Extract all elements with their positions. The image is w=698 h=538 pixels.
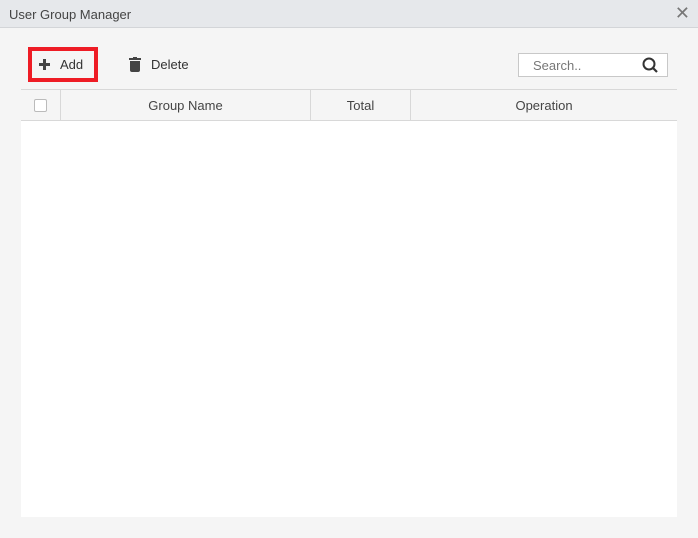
column-group-name[interactable]: Group Name	[61, 90, 311, 120]
column-operation: Operation	[515, 97, 573, 113]
column-total[interactable]: Total	[311, 90, 411, 120]
table-header: Group Name Total Operation	[21, 89, 677, 121]
window-title: User Group Manager	[9, 7, 132, 22]
delete-label: Delete	[151, 57, 189, 72]
plus-icon	[39, 59, 50, 70]
group-table: Group Name Total Operation	[21, 89, 677, 517]
delete-button[interactable]: Delete	[129, 57, 189, 72]
select-all-checkbox[interactable]	[34, 98, 47, 112]
search-icon[interactable]	[642, 57, 658, 73]
trash-icon	[129, 57, 141, 72]
title-bar: User Group Manager ✕	[0, 0, 698, 28]
close-icon[interactable]: ✕	[675, 3, 690, 23]
search-input[interactable]	[533, 57, 633, 73]
search-box[interactable]	[518, 53, 668, 77]
add-label: Add	[60, 57, 84, 72]
add-button[interactable]: Add	[28, 47, 98, 82]
select-all-cell	[21, 90, 61, 120]
